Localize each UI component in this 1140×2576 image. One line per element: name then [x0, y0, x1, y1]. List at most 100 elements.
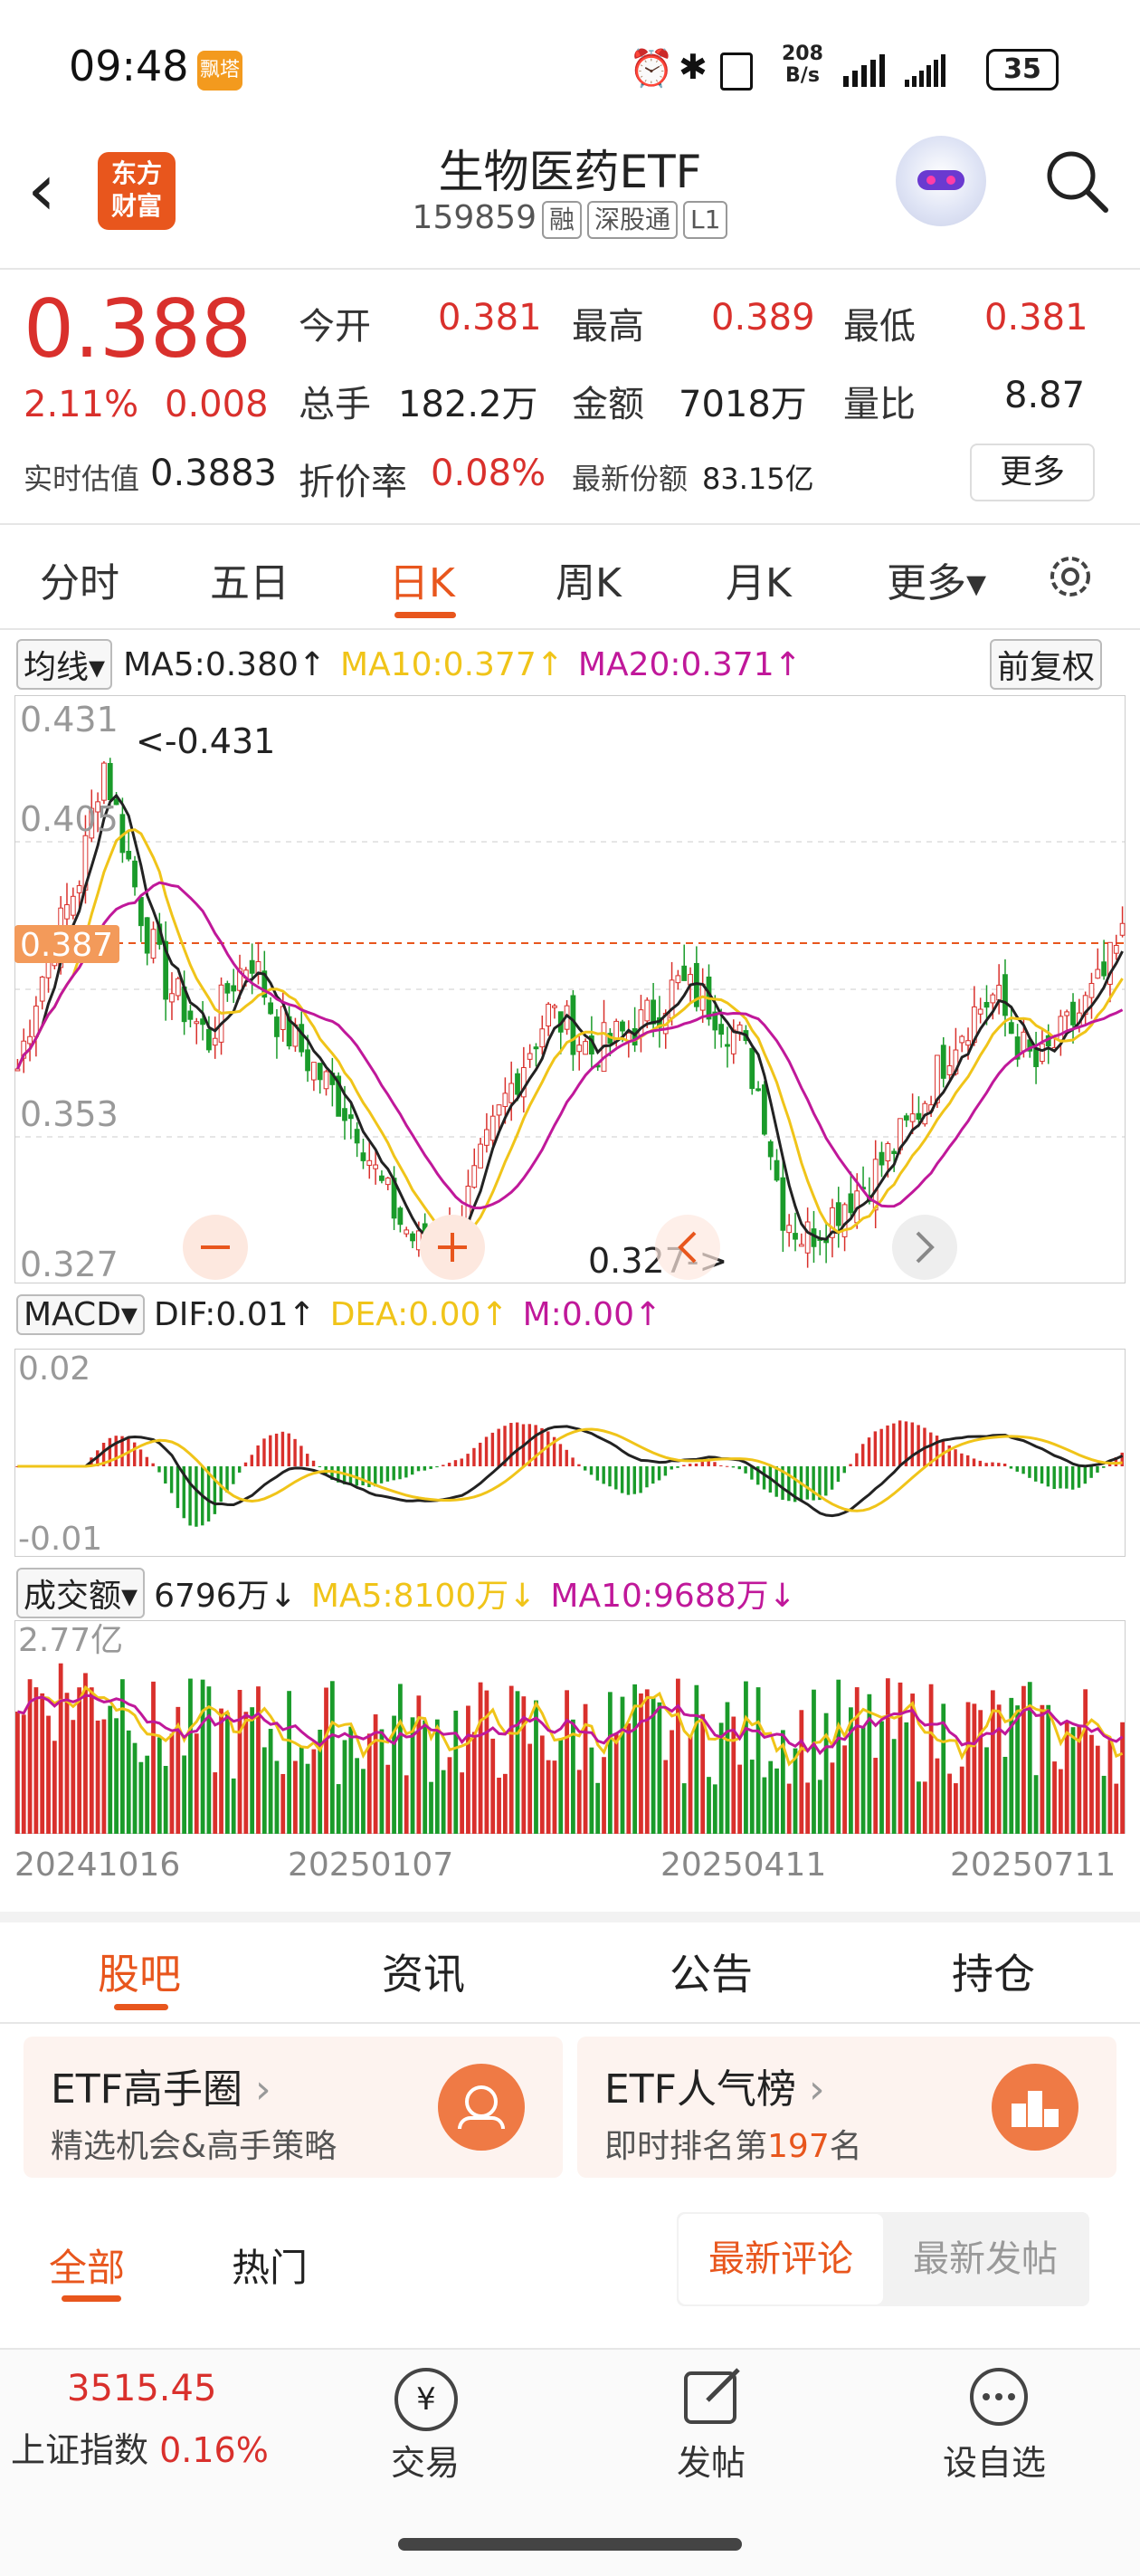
watchlist-label[interactable]: 设自选 — [943, 2435, 1046, 2485]
candle-body — [1021, 1031, 1027, 1052]
volume-value-label: 6796万↓ — [154, 1578, 297, 1615]
macd-bar — [725, 1465, 729, 1467]
candle-body — [305, 1049, 310, 1072]
candle-body — [651, 999, 656, 1025]
volume-bar — [1107, 1740, 1113, 1834]
volume-bar — [565, 1690, 569, 1834]
tab-news[interactable]: 资讯 — [382, 1942, 465, 2001]
volume-chart[interactable]: 2.77亿 — [14, 1620, 1126, 1834]
macd-bar — [410, 1466, 414, 1475]
post-label[interactable]: 发帖 — [677, 2435, 746, 2485]
volume-bar — [947, 1773, 952, 1834]
sort-latest-comment[interactable]: 最新评论 — [679, 2214, 883, 2304]
volume-menu-dropdown[interactable]: 成交额▾ — [16, 1568, 146, 1618]
volume-bar — [657, 1702, 662, 1834]
macd-bar — [682, 1465, 686, 1466]
volume-bar — [224, 1712, 230, 1834]
volume-bar — [670, 1730, 674, 1834]
candle-body — [268, 1002, 274, 1015]
macd-bar — [626, 1466, 631, 1495]
volume-bar — [885, 1678, 890, 1834]
settings-gear-icon[interactable] — [1042, 549, 1098, 605]
tab-daily-k[interactable]: 日K — [389, 550, 455, 608]
trade-yen-icon[interactable]: ¥ — [394, 2368, 458, 2431]
volume-bar — [904, 1722, 909, 1834]
scroll-left-icon[interactable] — [655, 1215, 720, 1280]
macd-chart[interactable]: 0.02 -0.01 — [14, 1349, 1126, 1557]
candle-body — [546, 1003, 552, 1027]
volume-bar — [163, 1766, 168, 1834]
macd-bar — [1102, 1466, 1106, 1468]
ma-menu-dropdown[interactable]: 均线▾ — [16, 639, 113, 690]
candle-body — [478, 1143, 483, 1169]
search-icon[interactable] — [1040, 145, 1113, 217]
volume-bar — [508, 1685, 514, 1834]
index-value[interactable]: 3515.45 — [67, 2368, 216, 2409]
macd-bar — [861, 1444, 865, 1466]
macd-bar — [910, 1422, 914, 1466]
filter-hot: 热门 — [232, 2246, 309, 2290]
filter-all[interactable]: 全部 — [49, 2237, 125, 2293]
tab-intraday[interactable]: 分时 — [40, 550, 119, 608]
macd-bar — [886, 1425, 889, 1466]
volume-bar — [40, 1693, 45, 1834]
volume-bar — [558, 1739, 564, 1834]
candle-body — [101, 762, 107, 801]
volume-bar — [737, 1764, 742, 1834]
candle-body — [224, 983, 231, 994]
macd-bar — [423, 1466, 427, 1471]
last-price: 0.388 — [24, 282, 252, 376]
kline-chart[interactable]: 0.431 0.405 0.353 0.327 <-0.431 0.327-> … — [14, 695, 1126, 1283]
volume-bar — [348, 1726, 354, 1834]
volume-bar — [1095, 1745, 1100, 1834]
macd-bar — [385, 1466, 390, 1482]
tab-announcement[interactable]: 公告 — [670, 1942, 753, 2001]
open-label: 今开 — [299, 306, 371, 348]
volume-bar — [311, 1749, 317, 1834]
etf-ranking-card[interactable]: ETF人气榜 › 即时排名第197名 — [577, 2037, 1116, 2178]
volume-bar — [293, 1760, 298, 1834]
candle-body — [502, 1092, 508, 1107]
robot-assistant-icon[interactable] — [896, 136, 986, 226]
more-button[interactable]: 更多 — [970, 444, 1095, 501]
tab-holdings[interactable]: 持仓 — [952, 1942, 1035, 2001]
tab-five-day[interactable]: 五日 — [210, 550, 290, 608]
date-label-4: 20250711 — [950, 1846, 1116, 1884]
candle-body — [1033, 1047, 1039, 1067]
macd-bar — [842, 1466, 846, 1474]
macd-bar — [595, 1466, 600, 1481]
tab-monthly-k[interactable]: 月K — [726, 550, 792, 608]
candle-body — [354, 1129, 360, 1144]
divider — [0, 2022, 1140, 2024]
tab-more[interactable]: 更多▾ — [887, 550, 986, 608]
ranking-podium-icon — [992, 2064, 1078, 2151]
volume-bar — [786, 1783, 792, 1834]
volume-bar — [188, 1678, 193, 1834]
volume-bar — [404, 1775, 409, 1834]
stock-code: 159859 — [412, 199, 537, 236]
index-name[interactable]: 上证指数 0.16% — [11, 2422, 269, 2472]
volume-bar — [744, 1681, 748, 1834]
tab-guba[interactable]: 股吧 — [98, 1942, 181, 2001]
candle-body — [150, 929, 157, 959]
volume-bar — [329, 1681, 335, 1834]
scroll-right-icon[interactable] — [892, 1215, 957, 1280]
post-edit-icon[interactable] — [680, 2364, 746, 2429]
volume-bar — [595, 1782, 601, 1834]
volume-bar — [1089, 1734, 1094, 1834]
volume-bar — [959, 1766, 964, 1834]
macd-menu-dropdown[interactable]: MACD▾ — [16, 1294, 145, 1335]
macd-bar — [935, 1436, 939, 1466]
volume-bar — [429, 1781, 433, 1834]
adjust-dropdown[interactable]: 前复权 — [990, 639, 1103, 690]
trade-label[interactable]: 交易 — [391, 2435, 460, 2485]
macd-bar — [256, 1445, 260, 1466]
volume-bar — [145, 1755, 150, 1834]
tab-weekly-k[interactable]: 周K — [556, 550, 622, 608]
etf-expert-card[interactable]: ETF高手圈 › 精选机会&高手策略 — [24, 2037, 563, 2178]
candle-body — [793, 1233, 798, 1240]
volume-bar — [922, 1781, 927, 1834]
volume-bar — [490, 1738, 496, 1834]
sort-latest-post[interactable]: 最新发帖 — [883, 2214, 1088, 2304]
add-watchlist-icon[interactable] — [966, 2364, 1031, 2429]
